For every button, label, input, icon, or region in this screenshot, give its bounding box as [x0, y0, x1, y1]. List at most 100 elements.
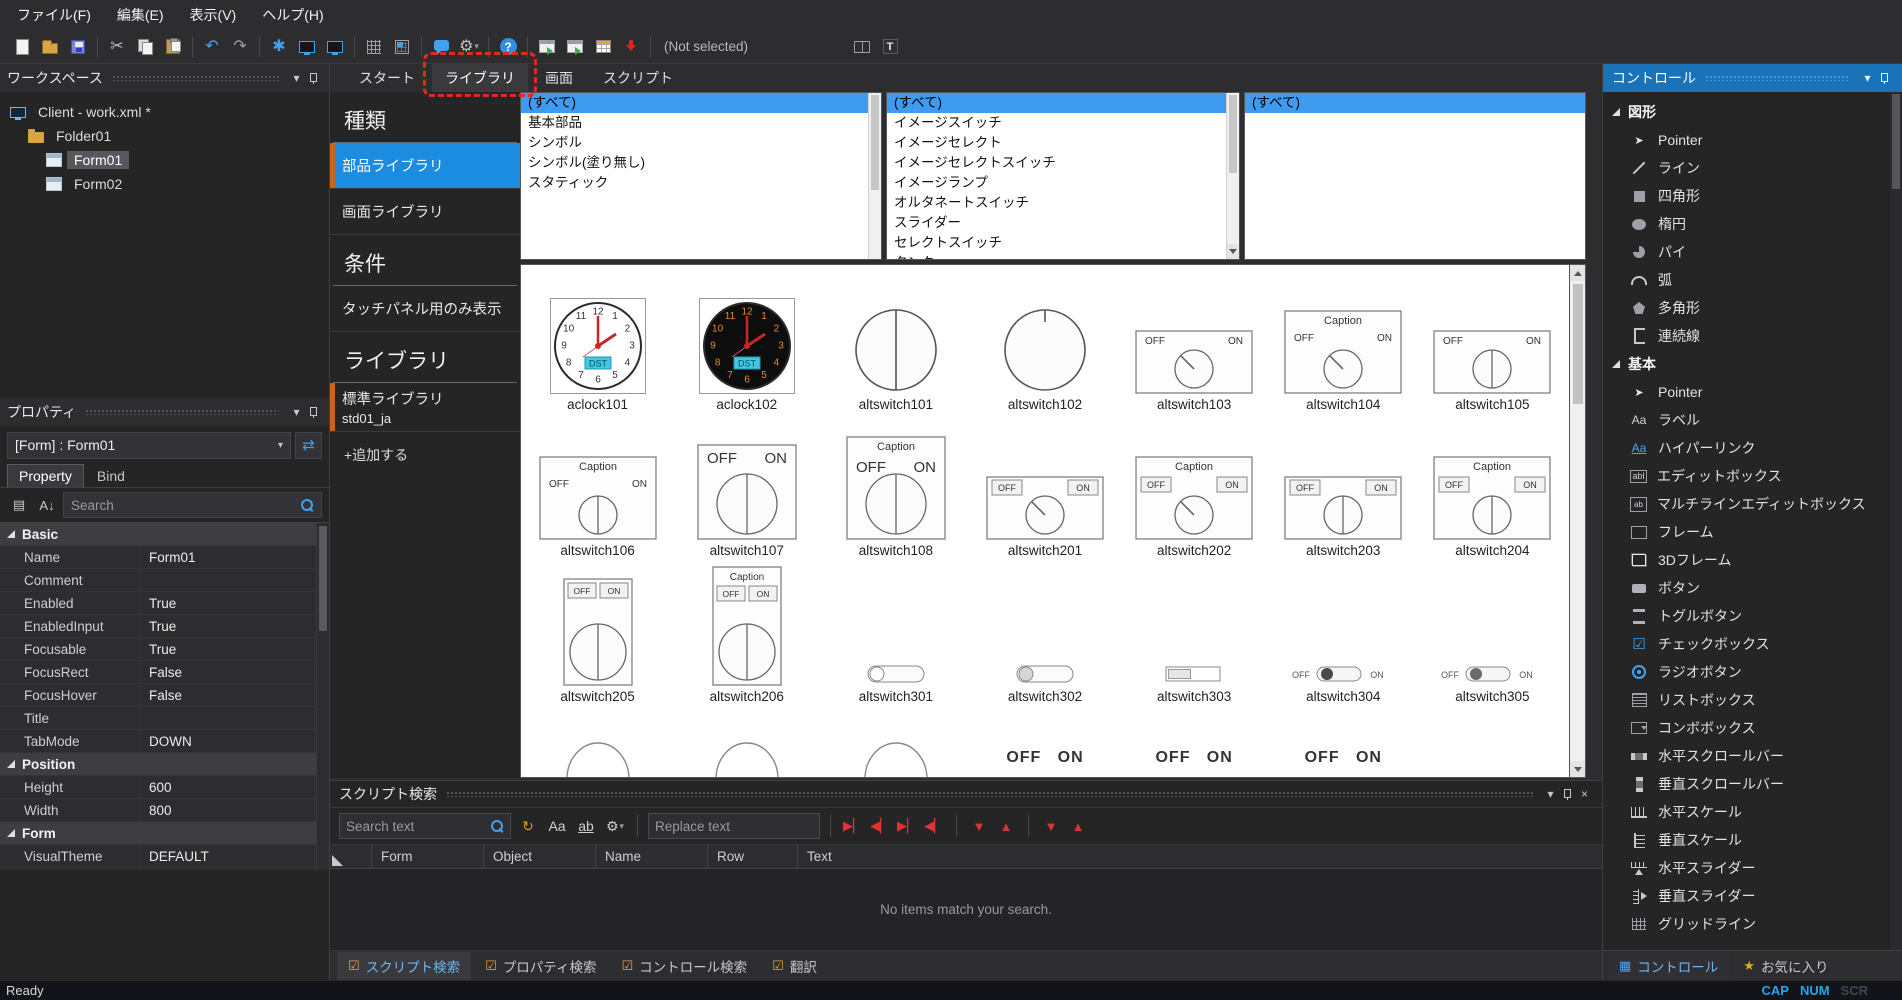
library-part-altswitch108[interactable]: CaptionOFFONaltswitch108	[821, 415, 970, 561]
monitor-preview-2-button[interactable]	[322, 34, 348, 60]
control-item[interactable]: ➤Pointer	[1603, 126, 1890, 154]
control-item[interactable]: 水平スケール	[1603, 798, 1890, 826]
grid-window-button[interactable]	[389, 34, 415, 60]
property-row[interactable]: Comment	[0, 569, 316, 592]
match-case-button[interactable]: Aa	[545, 814, 569, 838]
category-list-scrollbar[interactable]	[868, 93, 881, 259]
tree-item[interactable]: Folder01	[0, 124, 329, 148]
object-selector-combo[interactable]: [Form] : Form01 ▾	[7, 432, 291, 459]
refresh-button[interactable]: ↻	[516, 814, 540, 838]
pin-icon[interactable]	[1879, 72, 1890, 85]
library-part-altswitch301[interactable]: altswitch301	[821, 561, 970, 707]
list-option[interactable]: スタティック	[521, 173, 868, 193]
menu-item[interactable]: 編集(E)	[104, 0, 177, 30]
property-row[interactable]: Title	[0, 707, 316, 730]
property-row[interactable]: TabModeDOWN	[0, 730, 316, 753]
control-item[interactable]: ラジオボタン	[1603, 658, 1890, 686]
control-item[interactable]: 多角形	[1603, 294, 1890, 322]
library-part-cut[interactable]	[1418, 707, 1567, 778]
menu-item[interactable]: 表示(V)	[177, 0, 250, 30]
transfer-from-panel-button[interactable]	[562, 34, 588, 60]
list-option[interactable]: イメージセレクトスイッチ	[887, 153, 1226, 173]
move-up-button[interactable]: ▲	[1066, 814, 1090, 838]
find-prev-button[interactable]: ◀▏	[868, 814, 892, 838]
close-icon[interactable]: ×	[1576, 787, 1593, 801]
library-part-altswitch302[interactable]: altswitch302	[970, 561, 1119, 707]
control-item[interactable]: 3Dフレーム	[1603, 546, 1890, 574]
control-item[interactable]: ➤Pointer	[1603, 378, 1890, 406]
replace-text-input[interactable]	[655, 819, 813, 834]
library-part-altswitch103[interactable]: OFFONaltswitch103	[1120, 269, 1269, 415]
bottom-panel-tab[interactable]: ☑スクリプト検索	[337, 952, 471, 980]
library-part-altswitch305[interactable]: OFFONaltswitch305	[1418, 561, 1567, 707]
control-item[interactable]: リストボックス	[1603, 686, 1890, 714]
undo-button[interactable]: ↶	[199, 34, 225, 60]
library-part-altswitch206[interactable]: CaptionOFFONaltswitch206	[672, 561, 821, 707]
property-row[interactable]: VisualThemeDEFAULT	[0, 845, 316, 868]
chevron-down-icon[interactable]: ▾	[288, 71, 305, 85]
library-part-aclock101[interactable]: 123456789101112DSTaclock101	[523, 269, 672, 415]
library-condition-item[interactable]: タッチパネル用のみ表示	[330, 286, 520, 332]
copy-button[interactable]	[132, 34, 158, 60]
control-item[interactable]: abマルチラインエディットボックス	[1603, 490, 1890, 518]
match-word-button[interactable]: ab	[574, 814, 598, 838]
scrollbar-thumb[interactable]	[1892, 94, 1900, 189]
control-item[interactable]: パイ	[1603, 238, 1890, 266]
pin-icon[interactable]	[308, 406, 319, 419]
find-next-button[interactable]: ▶▏	[841, 814, 865, 838]
scroll-down-button[interactable]	[1570, 761, 1585, 777]
list-option[interactable]: スライダー	[887, 213, 1226, 233]
filter-down-button[interactable]: ▼	[967, 814, 991, 838]
alphabetical-sort-button[interactable]: A↓	[35, 493, 59, 517]
library-part-cut[interactable]: OFF ON	[1269, 707, 1418, 778]
list-option[interactable]: イメージランプ	[887, 173, 1226, 193]
control-item[interactable]: ライン	[1603, 154, 1890, 182]
library-part-altswitch101[interactable]: altswitch101	[821, 269, 970, 415]
control-item[interactable]: 水平スライダー	[1603, 854, 1890, 882]
subcategory-list-scrollbar[interactable]	[1226, 93, 1239, 259]
control-item[interactable]: 弧	[1603, 266, 1890, 294]
control-item[interactable]: トグルボタン	[1603, 602, 1890, 630]
library-part-cut[interactable]	[821, 707, 970, 778]
scrollbar-thumb[interactable]	[1573, 284, 1583, 404]
list-option[interactable]: タンク	[887, 253, 1226, 259]
column-header[interactable]: Text	[798, 845, 1602, 868]
property-search-input[interactable]	[71, 498, 301, 513]
property-tab[interactable]: Bind	[86, 465, 136, 487]
library-source-item[interactable]: 標準ライブラリstd01_ja	[330, 383, 520, 432]
scrollbar-thumb[interactable]	[319, 526, 327, 631]
control-item[interactable]: 垂直スライダー	[1603, 882, 1890, 910]
search-icon[interactable]	[491, 820, 504, 833]
library-part-cut[interactable]: OFF ON	[1120, 707, 1269, 778]
list-option[interactable]: (すべて)	[521, 93, 868, 113]
property-category[interactable]: Basic	[0, 523, 316, 546]
list-option[interactable]: オルタネートスイッチ	[887, 193, 1226, 213]
tree-item[interactable]: Form01	[0, 148, 329, 172]
list-option[interactable]: (すべて)	[887, 93, 1226, 113]
library-part-altswitch105[interactable]: OFFONaltswitch105	[1418, 269, 1567, 415]
document-tab[interactable]: スクリプト	[590, 64, 686, 92]
library-part-altswitch203[interactable]: OFFONaltswitch203	[1269, 415, 1418, 561]
property-row[interactable]: FocusRectFalse	[0, 661, 316, 684]
control-item[interactable]: Aaラベル	[1603, 406, 1890, 434]
library-part-cut[interactable]	[523, 707, 672, 778]
add-library-button[interactable]: +追加する	[330, 432, 520, 478]
new-file-button[interactable]	[9, 34, 35, 60]
document-tab[interactable]: 画面	[532, 64, 586, 92]
column-header[interactable]: Row	[708, 845, 798, 868]
property-row[interactable]: FocusHoverFalse	[0, 684, 316, 707]
bottom-panel-tab[interactable]: ☑翻訳	[761, 952, 828, 980]
control-item[interactable]: 水平スクロールバー	[1603, 742, 1890, 770]
column-header[interactable]: Form	[372, 845, 484, 868]
menu-item[interactable]: ヘルプ(H)	[249, 0, 336, 30]
library-kind-item[interactable]: 部品ライブラリ	[330, 143, 520, 189]
property-grid-scrollbar[interactable]	[316, 523, 329, 870]
download-project-button[interactable]	[618, 34, 644, 60]
control-item[interactable]: ablエディットボックス	[1603, 462, 1890, 490]
help-button[interactable]: ?	[495, 34, 521, 60]
search-text-box[interactable]	[339, 813, 511, 839]
property-row[interactable]: EnabledInputTrue	[0, 615, 316, 638]
data-table-view-button[interactable]	[590, 34, 616, 60]
paste-button[interactable]	[160, 34, 186, 60]
tree-item[interactable]: Form02	[0, 172, 329, 196]
